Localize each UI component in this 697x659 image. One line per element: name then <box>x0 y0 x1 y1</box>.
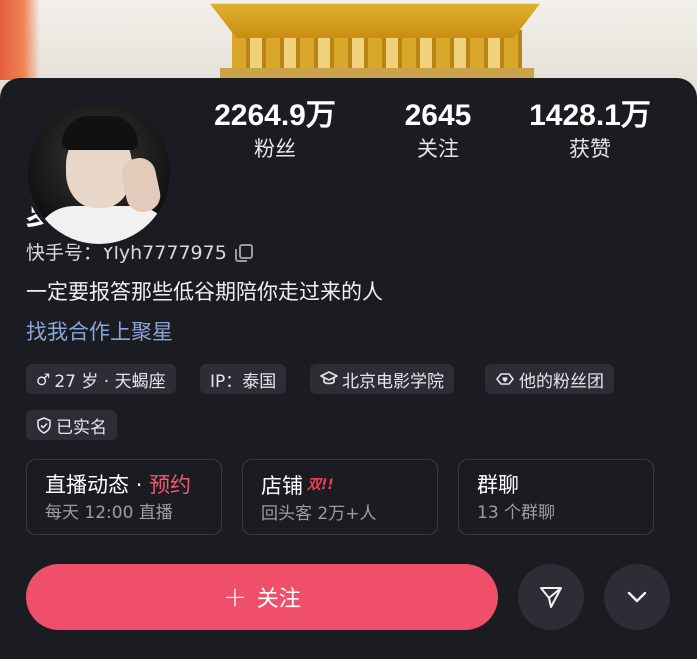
tag-school[interactable]: 北京电影学院 <box>310 364 454 394</box>
shop-card-title-row: 店铺 双!! <box>261 470 419 501</box>
shield-check-icon <box>37 416 51 434</box>
avatar-shirt <box>34 206 170 244</box>
kuaishou-id-value: Ylyh7777975 <box>102 242 227 264</box>
live-card[interactable]: 直播动态 · 预约 每天 12:00 直播 <box>26 459 222 535</box>
tag-verified-label: 已实名 <box>56 417 107 438</box>
live-card-subtitle: 每天 12:00 直播 <box>45 503 173 523</box>
follow-button-label: 关注 <box>256 587 301 612</box>
group-chat-card-title: 群聊 <box>477 473 519 497</box>
cooperation-link[interactable]: 找我合作上聚星 <box>26 316 173 346</box>
live-card-dot: · <box>135 473 143 497</box>
shop-card-subtitle: 回头客 2万+人 <box>261 504 377 524</box>
send-icon <box>540 587 562 608</box>
tag-school-label: 北京电影学院 <box>342 371 444 392</box>
avatar[interactable] <box>24 98 174 248</box>
plus-icon: + <box>223 580 247 613</box>
tag-fan-group[interactable]: 他的粉丝团 <box>485 364 614 394</box>
profile-card: 2264.9万 粉丝 2645 关注 1428.1万 获赞 夏宁 快手号：Yly… <box>0 78 697 659</box>
more-button[interactable] <box>604 564 670 630</box>
stat-likes[interactable]: 1428.1万 获赞 <box>515 98 665 164</box>
group-chat-card-subtitle: 13 个群聊 <box>477 503 556 523</box>
tag-gender-age[interactable]: ♂ 27 岁 · 天蝎座 <box>26 364 176 394</box>
stat-likes-label: 获赞 <box>569 137 611 161</box>
share-button[interactable] <box>518 564 584 630</box>
stat-fans-value: 2264.9万 <box>214 99 336 132</box>
live-card-title-row: 直播动态 · 预约 <box>45 470 203 500</box>
tag-gender-age-label: 27 岁 · 天蝎座 <box>54 371 166 392</box>
stat-likes-value: 1428.1万 <box>529 99 651 132</box>
stat-following-label: 关注 <box>417 137 459 161</box>
copy-icon[interactable] <box>234 244 253 262</box>
live-reserve-link[interactable]: 预约 <box>149 473 191 497</box>
stat-fans-label: 粉丝 <box>254 137 296 161</box>
stat-following-value: 2645 <box>404 99 472 132</box>
profile-stats: 2264.9万 粉丝 2645 关注 1428.1万 获赞 <box>200 98 680 168</box>
chevron-down-icon <box>627 591 647 603</box>
tag-fan-group-label: 他的粉丝团 <box>519 371 604 392</box>
shop-card[interactable]: 店铺 双!! 回头客 2万+人 <box>242 459 438 535</box>
tag-ip[interactable]: IP：泰国 <box>200 364 287 394</box>
follow-button[interactable]: + 关注 <box>26 564 498 630</box>
stat-fans[interactable]: 2264.9万 粉丝 <box>200 98 350 164</box>
graduation-cap-icon <box>320 371 338 385</box>
profile-bio: 一定要报答那些低谷期陪你走过来的人 <box>26 280 383 304</box>
cover-flag-decoration <box>0 0 40 80</box>
live-card-title: 直播动态 <box>45 473 129 497</box>
tag-verified[interactable]: 已实名 <box>26 410 117 440</box>
tag-ip-label: IP：泰国 <box>210 371 277 392</box>
shop-promo-badge: 双!! <box>307 477 334 493</box>
avatar-hair <box>62 116 138 150</box>
group-chat-card[interactable]: 群聊 13 个群聊 <box>458 459 654 535</box>
stat-following[interactable]: 2645 关注 <box>363 98 513 164</box>
shop-card-title: 店铺 <box>261 474 303 498</box>
feature-cards: 直播动态 · 预约 每天 12:00 直播 店铺 双!! 回头客 2万+人 群聊 … <box>26 459 656 535</box>
heart-badge-icon <box>496 373 514 385</box>
cover-palace-roof <box>210 3 540 38</box>
male-icon: ♂ <box>36 369 51 389</box>
